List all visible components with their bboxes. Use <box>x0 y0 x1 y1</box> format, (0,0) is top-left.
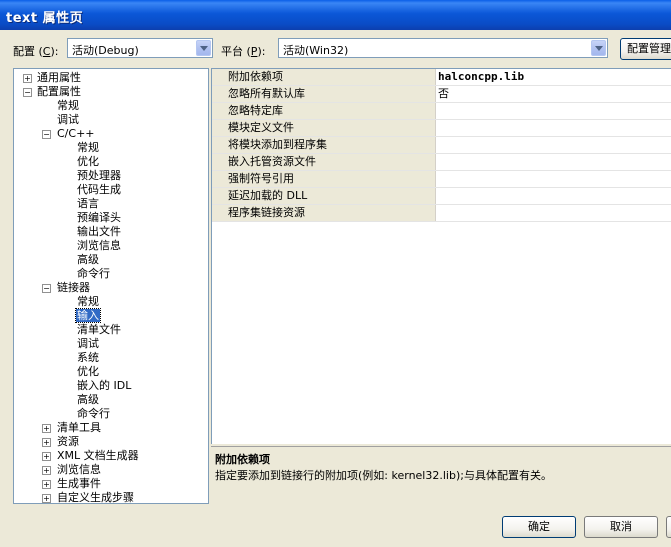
tree-item-linker-child[interactable]: 常规 <box>77 295 99 309</box>
config-label: 配置 (C): <box>13 45 59 58</box>
tree-item-general[interactable]: 常规 <box>57 99 79 113</box>
collapse-icon[interactable]: − <box>23 88 32 97</box>
tree-item[interactable]: XML 文档生成器 <box>57 449 139 463</box>
tree-item-cpp-child[interactable]: 预编译头 <box>77 211 121 225</box>
platform-select-value: 活动(Win32) <box>283 44 349 57</box>
tree-item-cpp-child[interactable]: 高级 <box>77 253 99 267</box>
chevron-down-icon[interactable] <box>196 40 211 56</box>
description-title: 附加依赖项 <box>215 453 270 466</box>
tree-item-cpp-child[interactable]: 命令行 <box>77 267 110 281</box>
tree-item-cpp-child[interactable]: 输出文件 <box>77 225 121 239</box>
tree-item[interactable]: 清单工具 <box>57 421 101 435</box>
property-name: 强制符号引用 <box>212 171 436 187</box>
expand-icon[interactable]: + <box>42 466 51 475</box>
property-name: 将模块添加到程序集 <box>212 137 436 153</box>
collapse-icon[interactable]: − <box>42 284 51 293</box>
property-name: 延迟加载的 DLL <box>212 188 436 204</box>
property-row[interactable]: 强制符号引用 <box>212 171 671 188</box>
tree-item-linker-child[interactable]: 嵌入的 IDL <box>77 379 131 393</box>
property-row[interactable]: 忽略所有默认库 否 <box>212 86 671 103</box>
property-name: 忽略所有默认库 <box>212 86 436 102</box>
tree-item-cpp-child[interactable]: 常规 <box>77 141 99 155</box>
config-manager-button[interactable]: 配置管理器 <box>620 38 671 60</box>
platform-select[interactable]: 活动(Win32) <box>278 38 608 58</box>
property-row[interactable]: 将模块添加到程序集 <box>212 137 671 154</box>
expand-icon[interactable]: + <box>42 424 51 433</box>
tree-item-debugging[interactable]: 调试 <box>57 113 79 127</box>
property-value[interactable]: 否 <box>438 86 449 102</box>
tree-item-linker-child[interactable]: 高级 <box>77 393 99 407</box>
property-row[interactable]: 嵌入托管资源文件 <box>212 154 671 171</box>
property-row[interactable]: 忽略特定库 <box>212 103 671 120</box>
tree-item-linker-child[interactable]: 调试 <box>77 337 99 351</box>
tree-item-cpp-child[interactable]: 语言 <box>77 197 99 211</box>
tree-item[interactable]: 浏览信息 <box>57 463 101 477</box>
property-value[interactable]: halconcpp.lib <box>438 69 524 85</box>
tree-item-linker[interactable]: 链接器 <box>57 281 90 295</box>
tree-item-linker-child[interactable]: 优化 <box>77 365 99 379</box>
tree-item-cpp-child[interactable]: 优化 <box>77 155 99 169</box>
property-name: 附加依赖项 <box>212 69 436 85</box>
title-bar[interactable]: text 属性页 <box>0 0 671 30</box>
ok-button[interactable]: 确定 <box>502 516 576 538</box>
cancel-button[interactable]: 取消 <box>584 516 658 538</box>
tree-item-config-props[interactable]: 配置属性 <box>37 85 81 99</box>
window-title: text 属性页 <box>6 11 84 26</box>
tree-item[interactable]: 资源 <box>57 435 79 449</box>
tree-item[interactable]: 自定义生成步骤 <box>57 491 134 503</box>
tree-item-linker-child[interactable]: 命令行 <box>77 407 110 421</box>
platform-label: 平台 (P): <box>221 45 266 58</box>
config-select[interactable]: 活动(Debug) <box>67 38 213 58</box>
tree-item-common[interactable]: 通用属性 <box>37 71 81 85</box>
expand-icon[interactable]: + <box>23 74 32 83</box>
tree-item-linker-child[interactable]: 系统 <box>77 351 99 365</box>
property-name: 模块定义文件 <box>212 120 436 136</box>
apply-button-partial[interactable] <box>666 516 671 538</box>
expand-icon[interactable]: + <box>42 452 51 461</box>
selected-tree-label: 输入 <box>75 308 101 323</box>
tree-item-cpp[interactable]: C/C++ <box>57 127 95 141</box>
property-name: 忽略特定库 <box>212 103 436 119</box>
chevron-down-icon[interactable] <box>591 40 606 56</box>
tree-item-cpp-child[interactable]: 浏览信息 <box>77 239 121 253</box>
tree-item-cpp-child[interactable]: 预处理器 <box>77 169 121 183</box>
expand-icon[interactable]: + <box>42 494 51 503</box>
tree-item-linker-child[interactable]: 清单文件 <box>77 323 121 337</box>
tree-item-cpp-child[interactable]: 代码生成 <box>77 183 121 197</box>
property-row[interactable]: 附加依赖项 halconcpp.lib <box>212 69 671 86</box>
description-panel: 附加依赖项 指定要添加到链接行的附加项(例如: kernel32.lib);与具… <box>211 446 671 504</box>
collapse-icon[interactable]: − <box>42 130 51 139</box>
config-select-value: 活动(Debug) <box>72 44 139 57</box>
description-text: 指定要添加到链接行的附加项(例如: kernel32.lib);与具体配置有关。 <box>215 469 552 482</box>
tree-item-linker-input[interactable]: 输入 <box>75 308 101 323</box>
tree-item[interactable]: 生成事件 <box>57 477 101 491</box>
property-row[interactable]: 模块定义文件 <box>212 120 671 137</box>
property-row[interactable]: 程序集链接资源 <box>212 205 671 222</box>
property-grid[interactable]: 附加依赖项 halconcpp.lib 忽略所有默认库 否 忽略特定库 模块定义… <box>211 68 671 444</box>
expand-icon[interactable]: + <box>42 480 51 489</box>
property-tree[interactable]: + 通用属性 − 配置属性 常规 调试 − C/C++ 常规 优化 预处理器 代… <box>13 68 209 504</box>
property-row[interactable]: 延迟加载的 DLL <box>212 188 671 205</box>
property-name: 嵌入托管资源文件 <box>212 154 436 170</box>
expand-icon[interactable]: + <box>42 438 51 447</box>
property-name: 程序集链接资源 <box>212 205 436 221</box>
